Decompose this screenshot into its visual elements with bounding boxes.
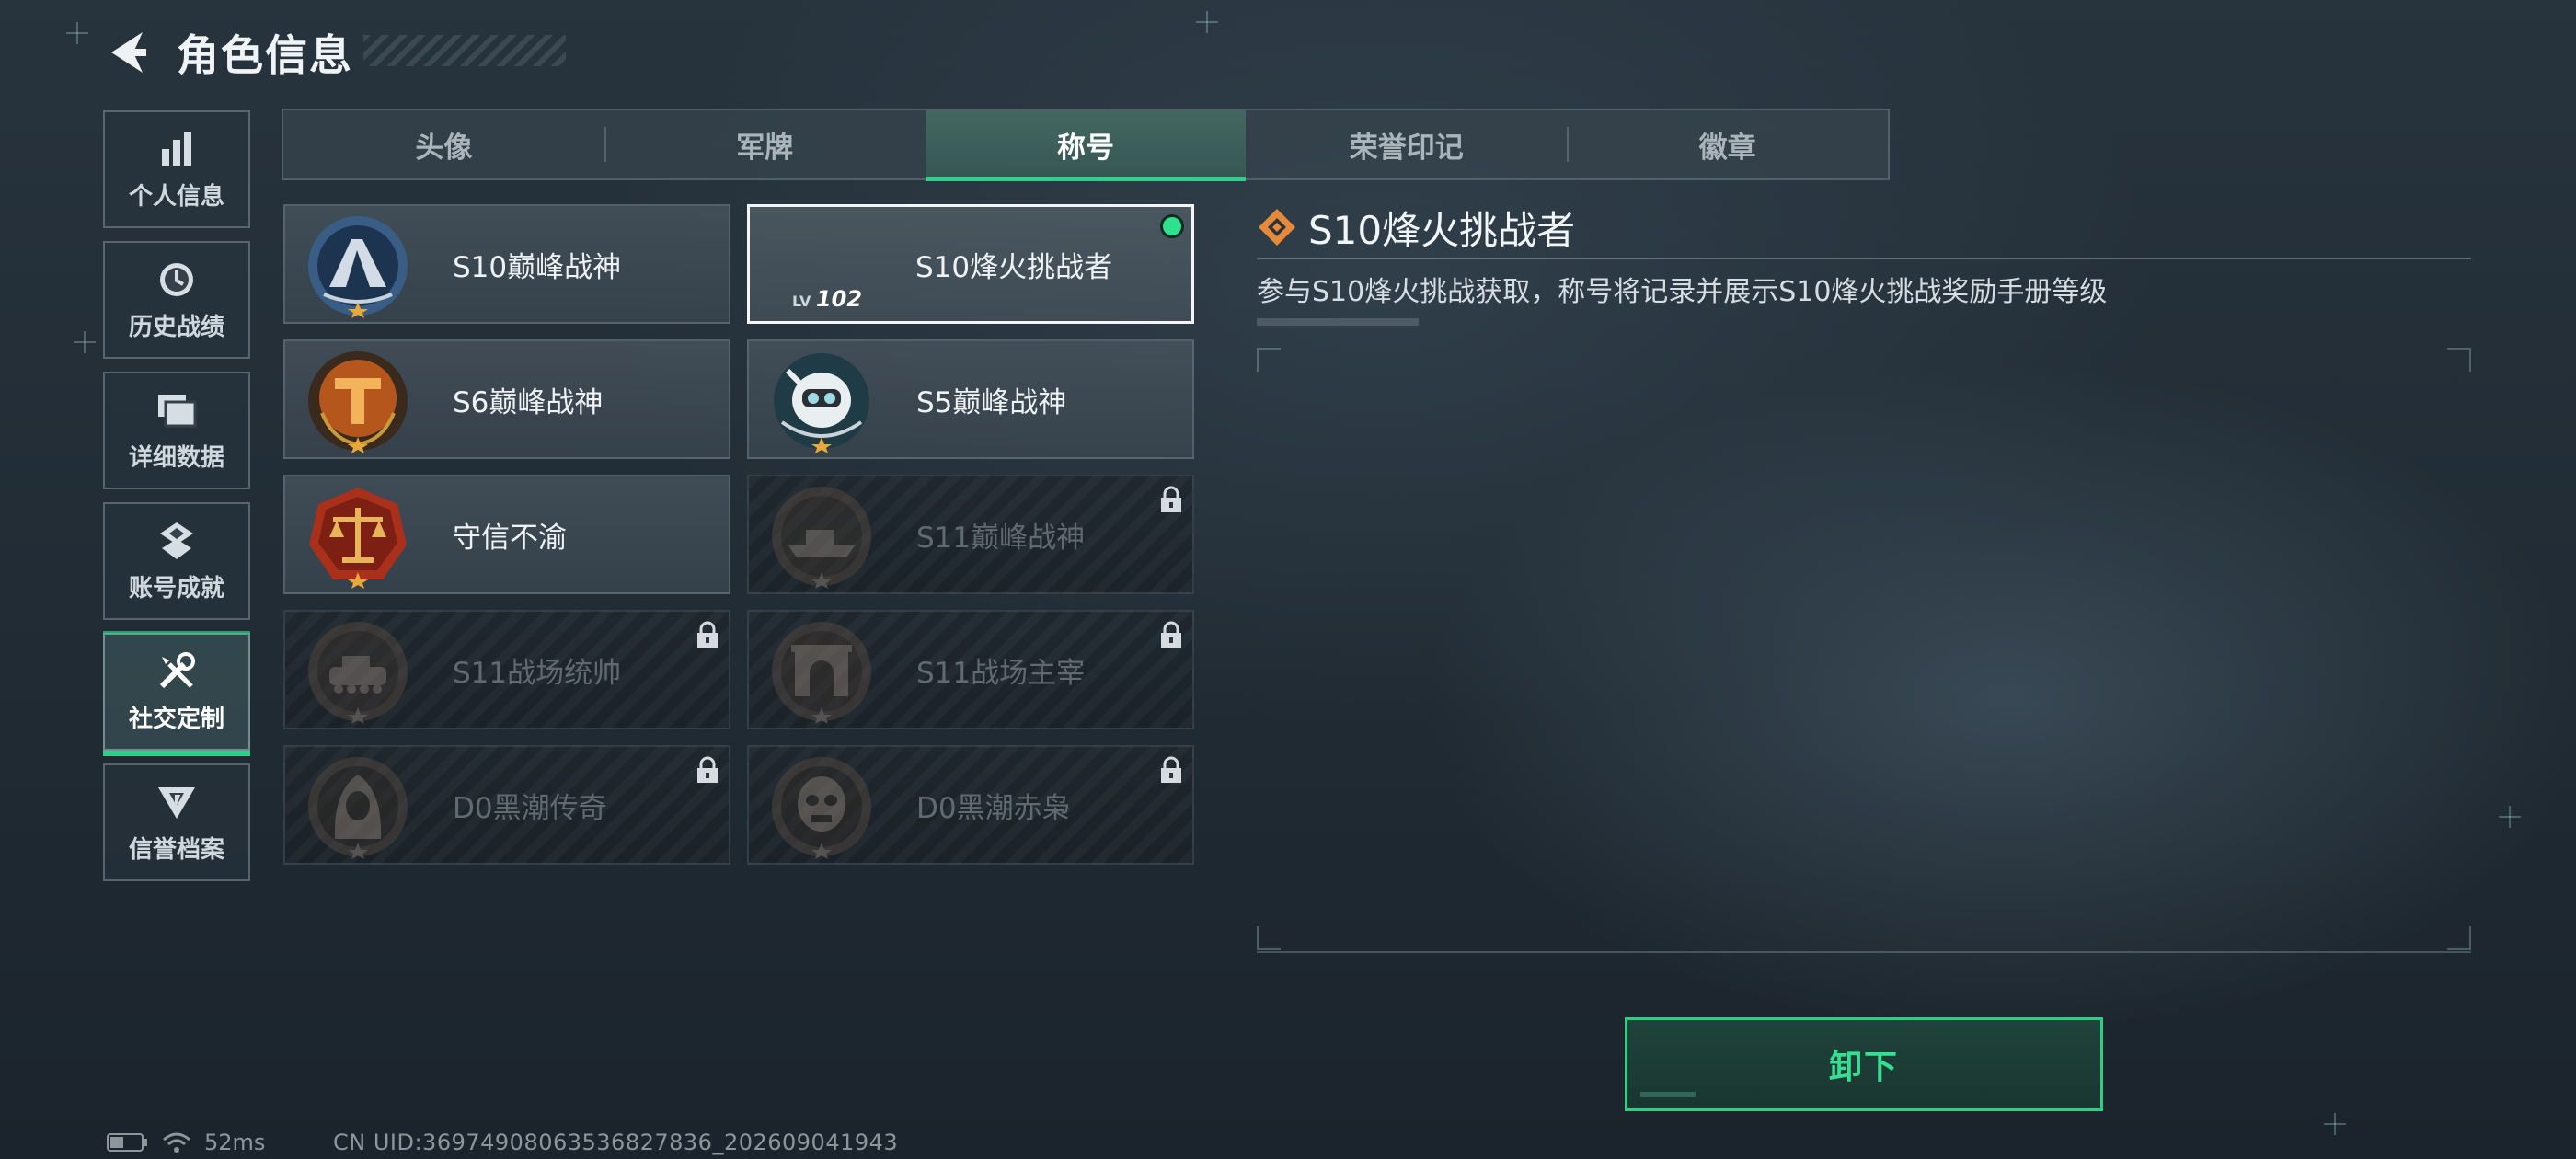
- title-name: D0黑潮赤枭: [916, 791, 1071, 825]
- battery-icon: [107, 1133, 147, 1152]
- shield-v-icon: [155, 781, 198, 823]
- title-card-selected[interactable]: S10烽火挑战者 LV 102: [747, 204, 1194, 324]
- title-card[interactable]: 守信不渝: [283, 475, 730, 594]
- back-arrow-icon: [111, 32, 146, 73]
- ping-text: 52ms: [204, 1130, 266, 1155]
- title-level: LV 102: [792, 286, 862, 312]
- title-card[interactable]: S5巅峰战神: [747, 339, 1194, 459]
- title-card-locked[interactable]: S11战场统帅: [283, 610, 730, 729]
- unequip-label: 卸下: [1828, 1049, 1899, 1086]
- sidebar-item-personal-info[interactable]: 个人信息: [103, 110, 250, 228]
- title-name: S11巅峰战神: [916, 521, 1086, 555]
- title-name: S5巅峰战神: [916, 385, 1067, 419]
- title-card-locked[interactable]: D0黑潮传奇: [283, 745, 730, 865]
- title-decoration: [363, 35, 566, 66]
- lock-icon: [1161, 621, 1181, 648]
- scales-emblem-icon: [305, 484, 410, 589]
- wrench-screwdriver-icon: [155, 650, 198, 693]
- lock-icon: [697, 756, 718, 783]
- arch-emblem-icon: [769, 619, 874, 724]
- unequip-button[interactable]: 卸下: [1625, 1017, 2103, 1111]
- divider: [1257, 258, 2471, 259]
- detail-header: S10烽火挑战者: [1257, 204, 2471, 253]
- sidebar-item-label: 详细数据: [128, 443, 224, 472]
- title-card-locked[interactable]: S11战场主宰: [747, 610, 1194, 729]
- header: 角色信息: [101, 20, 353, 85]
- page-title: 角色信息: [177, 30, 353, 80]
- lock-icon: [697, 621, 718, 648]
- detail-title: S10烽火挑战者: [1308, 207, 1576, 253]
- uid-text: CN UID:36974908063536827836_202609041943: [333, 1130, 899, 1155]
- lock-icon: [1161, 486, 1181, 512]
- sidebar-item-label: 信誉档案: [128, 835, 224, 864]
- masked-skull-emblem-icon: [769, 754, 874, 859]
- tab-honor-mark[interactable]: 荣誉印记: [1246, 110, 1567, 178]
- sidebar-item-detailed-data[interactable]: 详细数据: [103, 372, 250, 489]
- level-value: 102: [815, 286, 863, 312]
- detail-subline: [1257, 318, 1419, 326]
- sidebar-item-label: 个人信息: [128, 182, 224, 211]
- title-name: S10巅峰战神: [453, 250, 622, 284]
- detail-description: 参与S10烽火挑战获取，称号将记录并展示S10烽火挑战奖励手册等级: [1257, 276, 2108, 308]
- equipped-indicator: [1160, 214, 1184, 238]
- title-card-locked[interactable]: S11巅峰战神: [747, 475, 1194, 594]
- sidebar-item-achievements[interactable]: 账号成就: [103, 502, 250, 620]
- title-name: S11战场统帅: [453, 656, 622, 690]
- diamond-icon: [1259, 209, 1295, 246]
- tab-bar: 头像 军牌 称号 荣誉印记 徽章: [282, 109, 1890, 181]
- title-name: S10烽火挑战者: [915, 250, 1113, 284]
- tab-title[interactable]: 称号: [925, 110, 1247, 181]
- title-grid: S10巅峰战神 S10烽火挑战者 LV 102 S6巅峰战神 S5巅峰战神 守信…: [283, 204, 1196, 865]
- tank-emblem-icon: [305, 619, 410, 724]
- tab-badge[interactable]: 徽章: [1567, 110, 1888, 178]
- back-button[interactable]: [101, 25, 153, 80]
- divider: [1257, 951, 2471, 953]
- title-name: S6巅峰战神: [453, 385, 604, 419]
- achievement-icon: [155, 520, 198, 562]
- title-card-locked[interactable]: D0黑潮赤枭: [747, 745, 1194, 865]
- title-name: S11战场主宰: [916, 656, 1086, 690]
- tab-dog-tag[interactable]: 军牌: [604, 110, 926, 178]
- title-detail-panel: S10烽火挑战者 参与S10烽火挑战获取，称号将记录并展示S10烽火挑战奖励手册…: [1257, 204, 2471, 326]
- sidebar-item-label: 历史战绩: [128, 313, 224, 341]
- t-emblem-icon: [305, 349, 410, 453]
- title-card[interactable]: S6巅峰战神: [283, 339, 730, 459]
- title-card[interactable]: S10巅峰战神: [283, 204, 730, 324]
- sidebar-item-credit-record[interactable]: 信誉档案: [103, 763, 250, 881]
- sidebar-item-label: 社交定制: [128, 705, 224, 733]
- preview-frame: [1257, 348, 2471, 950]
- level-prefix: LV: [792, 293, 811, 310]
- ship-emblem-icon: [769, 484, 874, 589]
- tab-avatar[interactable]: 头像: [283, 110, 604, 178]
- title-name: 守信不渝: [453, 521, 567, 555]
- title-name: D0黑潮传奇: [453, 791, 607, 825]
- bar-chart-icon: [155, 128, 198, 170]
- status-bar: 52ms: [107, 1130, 265, 1155]
- sidebar-item-label: 账号成就: [128, 574, 224, 602]
- sidebar-item-social-customization[interactable]: 社交定制: [103, 631, 250, 756]
- hooded-figure-emblem-icon: [305, 754, 410, 859]
- diver-skull-emblem-icon: [769, 349, 874, 453]
- sidebar: 个人信息 历史战绩 详细数据 账号成就 社交定制 信誉档案: [103, 110, 250, 894]
- summit-emblem-icon: [305, 213, 410, 318]
- folder-icon: [155, 389, 198, 431]
- lock-icon: [1161, 756, 1181, 783]
- clock-icon: [155, 258, 198, 301]
- wifi-icon: [163, 1132, 190, 1153]
- sidebar-item-history[interactable]: 历史战绩: [103, 241, 250, 359]
